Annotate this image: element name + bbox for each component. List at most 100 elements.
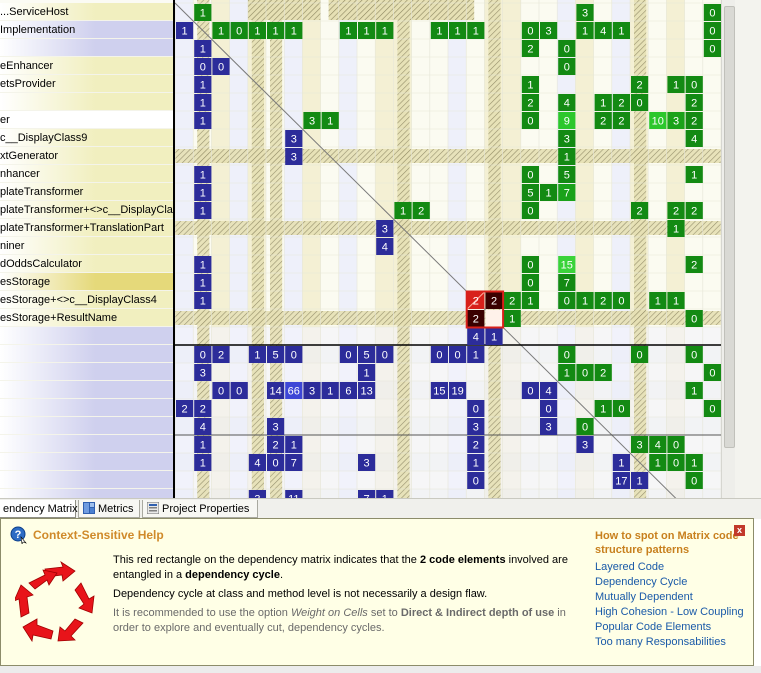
matrix-cell-value: 1 bbox=[491, 332, 497, 344]
row-header[interactable]: plateTransformer+<>c__DisplayCla bbox=[0, 201, 173, 219]
matrix-cell-value: 0 bbox=[564, 44, 570, 56]
matrix-cell-value: 7 bbox=[291, 458, 297, 470]
link-high-cohesion-low-coupling[interactable]: High Cohesion - Low Coupling bbox=[595, 605, 745, 620]
matrix-cell-value: 0 bbox=[273, 458, 279, 470]
matrix-cell-value: 1 bbox=[200, 260, 206, 272]
matrix-cell-value: 0 bbox=[691, 476, 697, 488]
matrix-cell-value: 0 bbox=[473, 476, 479, 488]
matrix-cell-value: 1 bbox=[291, 440, 297, 452]
row-header[interactable] bbox=[0, 327, 173, 345]
row-header[interactable]: etsProvider bbox=[0, 75, 173, 93]
vertical-scrollbar[interactable] bbox=[721, 0, 736, 498]
matrix-cell-value: 1 bbox=[200, 188, 206, 200]
matrix-cell-value: 1 bbox=[600, 404, 606, 416]
matrix-cell-value: 3 bbox=[546, 26, 552, 38]
matrix-cell-value: 2 bbox=[691, 260, 697, 272]
tab-metrics[interactable]: Metrics bbox=[78, 500, 140, 518]
matrix-cell-value: 4 bbox=[564, 98, 570, 110]
row-header[interactable] bbox=[0, 435, 173, 453]
tab-dependency-matrix[interactable]: endency Matrix bbox=[0, 500, 78, 518]
bottom-strip bbox=[0, 666, 761, 673]
row-header[interactable] bbox=[0, 453, 173, 471]
link-dependency-cycle[interactable]: Dependency Cycle bbox=[595, 575, 745, 590]
row-header[interactable]: plateTransformer bbox=[0, 183, 173, 201]
matrix-cell-value: 2 bbox=[273, 440, 279, 452]
matrix-cell-value: 5 bbox=[364, 350, 370, 362]
row-header[interactable]: xtGenerator bbox=[0, 147, 173, 165]
dependency-cycle-icon bbox=[15, 561, 95, 643]
matrix-cell-value: 6 bbox=[345, 386, 351, 398]
matrix-cell-value: 1 bbox=[673, 80, 679, 92]
matrix-cell-value: 2 bbox=[691, 98, 697, 110]
matrix-canvas[interactable]: 1 3 01 1 0 1 1 1 1 1 1 1 1 1 0 3 1 4 1 01 2 0 00 0 01 1 2 1 01 2 4 1 2 0 2… bbox=[175, 0, 723, 498]
matrix-cell-value: 1 bbox=[655, 458, 661, 470]
row-header[interactable]: er bbox=[0, 111, 173, 129]
row-header[interactable] bbox=[0, 381, 173, 399]
row-header[interactable] bbox=[0, 417, 173, 435]
matrix-cell-value: 0 bbox=[236, 386, 242, 398]
scrollbar-thumb[interactable] bbox=[724, 6, 735, 448]
matrix-cell-value: 2 bbox=[637, 206, 643, 218]
matrix-cell-value: 9 bbox=[564, 116, 570, 128]
row-header[interactable] bbox=[0, 363, 173, 381]
link-too-many-responsabilities[interactable]: Too many Responsabilities bbox=[595, 635, 745, 650]
row-header[interactable]: niner bbox=[0, 237, 173, 255]
matrix-cell-value: 0 bbox=[436, 350, 442, 362]
matrix-cell-value: 3 bbox=[309, 386, 315, 398]
matrix-cell-value: 2 bbox=[600, 296, 606, 308]
matrix-cell-value: 3 bbox=[291, 134, 297, 146]
close-icon[interactable]: x bbox=[734, 525, 745, 536]
link-popular-code-elements[interactable]: Popular Code Elements bbox=[595, 620, 745, 635]
row-headers: ...ServiceHost Implementation eEnhancer ets… bbox=[0, 0, 173, 498]
matrix-grid[interactable]: 1301101111111110314101200000112101241202… bbox=[173, 0, 723, 498]
matrix-cell-value: 2 bbox=[491, 296, 497, 308]
row-header[interactable] bbox=[0, 93, 173, 111]
matrix-cell-value: 0 bbox=[345, 350, 351, 362]
row-header[interactable]: nhancer bbox=[0, 165, 173, 183]
link-mutually-dependent[interactable]: Mutually Dependent bbox=[595, 590, 745, 605]
matrix-cell-value: 17 bbox=[615, 476, 627, 488]
matrix-cell-value: 0 bbox=[673, 440, 679, 452]
matrix-cell-value: 4 bbox=[546, 386, 552, 398]
matrix-cell-value: 1 bbox=[473, 26, 479, 38]
matrix-cell-value: 1 bbox=[600, 98, 606, 110]
matrix-cell-value: 2 bbox=[691, 116, 697, 128]
matrix-cell-value: 1 bbox=[691, 458, 697, 470]
matrix-cell-value: 0 bbox=[691, 314, 697, 326]
row-header[interactable] bbox=[0, 345, 173, 363]
matrix-cell-value: 2 bbox=[527, 44, 533, 56]
row-header[interactable]: esStorage+<>c__DisplayClass4 bbox=[0, 291, 173, 309]
matrix-cell-value: 7 bbox=[564, 188, 570, 200]
matrix-cell-value: 1 bbox=[655, 296, 661, 308]
matrix-cell-value: 2 bbox=[473, 440, 479, 452]
matrix-cell-value: 1 bbox=[527, 80, 533, 92]
row-header[interactable]: ...ServiceHost bbox=[0, 3, 173, 21]
row-header[interactable]: plateTransformer+TranslationPart bbox=[0, 219, 173, 237]
row-header[interactable] bbox=[0, 471, 173, 489]
matrix-cell-value: 0 bbox=[582, 422, 588, 434]
matrix-cell-value: 4 bbox=[691, 134, 697, 146]
row-header[interactable]: dOddsCalculator bbox=[0, 255, 173, 273]
matrix-cell-value: 0 bbox=[564, 62, 570, 74]
matrix-cell-value: 0 bbox=[546, 404, 552, 416]
row-header[interactable]: eEnhancer bbox=[0, 57, 173, 75]
link-layered-code[interactable]: Layered Code bbox=[595, 560, 745, 575]
tab-project-properties[interactable]: Project Properties bbox=[142, 500, 258, 518]
matrix-cell-value: 0 bbox=[236, 26, 242, 38]
row-header[interactable]: esStorage+ResultName bbox=[0, 309, 173, 327]
matrix-cell-value: 1 bbox=[564, 368, 570, 380]
row-header[interactable]: esStorage bbox=[0, 273, 173, 291]
help-paragraph-3: It is recommended to use the option Weig… bbox=[113, 606, 573, 636]
row-header[interactable] bbox=[0, 399, 173, 417]
matrix-cell-value: 0 bbox=[564, 296, 570, 308]
row-header[interactable]: Implementation bbox=[0, 21, 173, 39]
matrix-cell-value: 4 bbox=[254, 458, 260, 470]
matrix-cell-value: 15 bbox=[561, 260, 573, 272]
matrix-cell-value: 1 bbox=[582, 26, 588, 38]
row-header[interactable] bbox=[0, 489, 173, 498]
row-header[interactable] bbox=[0, 39, 173, 57]
matrix-cell-value: 4 bbox=[382, 242, 388, 254]
matrix-cell-value: 2 bbox=[182, 404, 188, 416]
matrix-cell-value: 2 bbox=[527, 98, 533, 110]
row-header[interactable]: c__DisplayClass9 bbox=[0, 129, 173, 147]
